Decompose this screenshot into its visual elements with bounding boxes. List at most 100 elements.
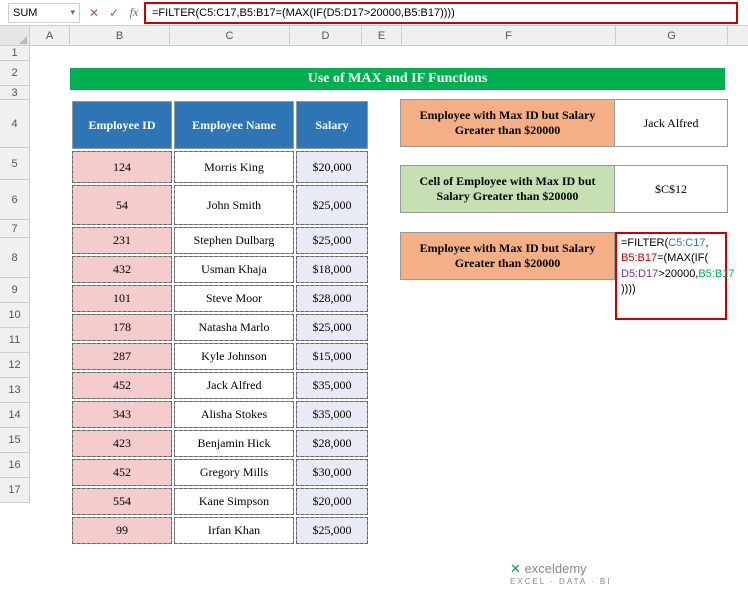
row-header[interactable]: 13 [0,378,30,403]
row-header[interactable]: 12 [0,353,30,378]
cell-id[interactable]: 124 [72,151,172,183]
formula-text: , [705,237,708,249]
select-all-corner[interactable] [0,26,30,45]
cancel-icon[interactable]: ✕ [84,3,104,23]
cell-salary[interactable]: $25,000 [296,517,368,544]
table-row[interactable]: 287Kyle Johnson$15,000 [72,343,368,370]
cell-id[interactable]: 101 [72,285,172,312]
cell-id[interactable]: 452 [72,372,172,399]
card-max-id-cell: Cell of Employee with Max ID but Salary … [400,165,728,213]
col-header[interactable]: C [170,26,290,45]
row-header[interactable]: 14 [0,403,30,428]
fx-icon[interactable]: fx [124,3,144,23]
cell-salary[interactable]: $15,000 [296,343,368,370]
table-row[interactable]: 178Natasha Marlo$25,000 [72,314,368,341]
cell-name[interactable]: John Smith [174,185,294,225]
row-header[interactable]: 3 [0,86,30,100]
table-row[interactable]: 231Stephen Dulbarg$25,000 [72,227,368,254]
cell-name[interactable]: Benjamin Hick [174,430,294,457]
formula-input[interactable]: =FILTER(C5:C17,B5:B17=(MAX(IF(D5:D17>200… [144,2,738,24]
row-header[interactable]: 7 [0,220,30,238]
row-header[interactable]: 8 [0,238,30,278]
cell-name[interactable]: Kyle Johnson [174,343,294,370]
sheet-area[interactable]: Use of MAX and IF Functions Employee ID … [30,46,748,503]
cell-salary[interactable]: $25,000 [296,227,368,254]
cell-name[interactable]: Morris King [174,151,294,183]
card-label: Employee with Max ID but Salary Greater … [401,233,615,279]
row-header[interactable]: 10 [0,303,30,328]
cell-salary[interactable]: $25,000 [296,185,368,225]
table-row[interactable]: 554Kane Simpson$20,000 [72,488,368,515]
table-row[interactable]: 432Usman Khaja$18,000 [72,256,368,283]
cell-id[interactable]: 287 [72,343,172,370]
card-label: Cell of Employee with Max ID but Salary … [401,166,615,212]
cell-salary[interactable]: $35,000 [296,401,368,428]
cell-name[interactable]: Gregory Mills [174,459,294,486]
cell-id[interactable]: 343 [72,401,172,428]
cell-id[interactable]: 554 [72,488,172,515]
cell-salary[interactable]: $28,000 [296,430,368,457]
formula-bar: SUM ✕ ✓ fx =FILTER(C5:C17,B5:B17=(MAX(IF… [0,0,748,26]
card-value[interactable]: $C$12 [615,166,727,212]
cell-id[interactable]: 452 [72,459,172,486]
row-header[interactable]: 16 [0,453,30,478]
cell-name[interactable]: Steve Moor [174,285,294,312]
cell-name[interactable]: Kane Simpson [174,488,294,515]
accept-icon[interactable]: ✓ [104,3,124,23]
table-row[interactable]: 343Alisha Stokes$35,000 [72,401,368,428]
table-row[interactable]: 423Benjamin Hick$28,000 [72,430,368,457]
range-ref: B5:B17 [621,252,657,264]
row-header[interactable]: 4 [0,100,30,148]
row-header[interactable]: 11 [0,328,30,353]
cell-id[interactable]: 178 [72,314,172,341]
row-header[interactable]: 9 [0,278,30,303]
watermark-sub: EXCEL · DATA · BI [510,577,611,586]
name-box[interactable]: SUM [8,3,80,23]
cell-salary[interactable]: $35,000 [296,372,368,399]
active-cell-formula[interactable]: =FILTER(C5:C17, B5:B17=(MAX(IF( D5:D17>2… [615,232,727,320]
cell-id[interactable]: 231 [72,227,172,254]
cell-id[interactable]: 423 [72,430,172,457]
col-header[interactable]: F [402,26,616,45]
row-header[interactable]: 17 [0,478,30,503]
header-employee-name: Employee Name [174,101,294,149]
col-header[interactable]: B [70,26,170,45]
row-header[interactable]: 5 [0,148,30,180]
cell-id[interactable]: 432 [72,256,172,283]
row-header[interactable]: 1 [0,46,30,61]
col-header[interactable]: G [616,26,728,45]
row-header[interactable]: 2 [0,61,30,86]
table-row[interactable]: 124Morris King$20,000 [72,151,368,183]
card-value[interactable]: Jack Alfred [615,100,727,146]
col-header[interactable]: D [290,26,362,45]
formula-text: =(MAX(IF( [657,252,708,264]
formula-text: )))) [621,283,636,295]
cell-salary[interactable]: $30,000 [296,459,368,486]
table-row[interactable]: 101Steve Moor$28,000 [72,285,368,312]
cell-name[interactable]: Jack Alfred [174,372,294,399]
cell-salary[interactable]: $20,000 [296,488,368,515]
table-row[interactable]: 54John Smith$25,000 [72,185,368,225]
column-headers: A B C D E F G [0,26,748,46]
col-header[interactable]: A [30,26,70,45]
row-header[interactable]: 6 [0,180,30,220]
table-row[interactable]: 452Jack Alfred$35,000 [72,372,368,399]
cell-id[interactable]: 99 [72,517,172,544]
cell-name[interactable]: Stephen Dulbarg [174,227,294,254]
row-header[interactable]: 15 [0,428,30,453]
cell-name[interactable]: Natasha Marlo [174,314,294,341]
cell-name[interactable]: Usman Khaja [174,256,294,283]
cell-name[interactable]: Irfan Khan [174,517,294,544]
col-header[interactable]: E [362,26,402,45]
table-row[interactable]: 99Irfan Khan$25,000 [72,517,368,544]
data-table: Employee ID Employee Name Salary 124Morr… [70,99,370,546]
cell-name[interactable]: Alisha Stokes [174,401,294,428]
cell-salary[interactable]: $25,000 [296,314,368,341]
cell-id[interactable]: 54 [72,185,172,225]
table-row[interactable]: 452Gregory Mills$30,000 [72,459,368,486]
cell-salary[interactable]: $28,000 [296,285,368,312]
watermark-text: exceldemy [525,561,587,576]
cell-salary[interactable]: $18,000 [296,256,368,283]
cell-salary[interactable]: $20,000 [296,151,368,183]
card-max-id-employee: Employee with Max ID but Salary Greater … [400,99,728,147]
